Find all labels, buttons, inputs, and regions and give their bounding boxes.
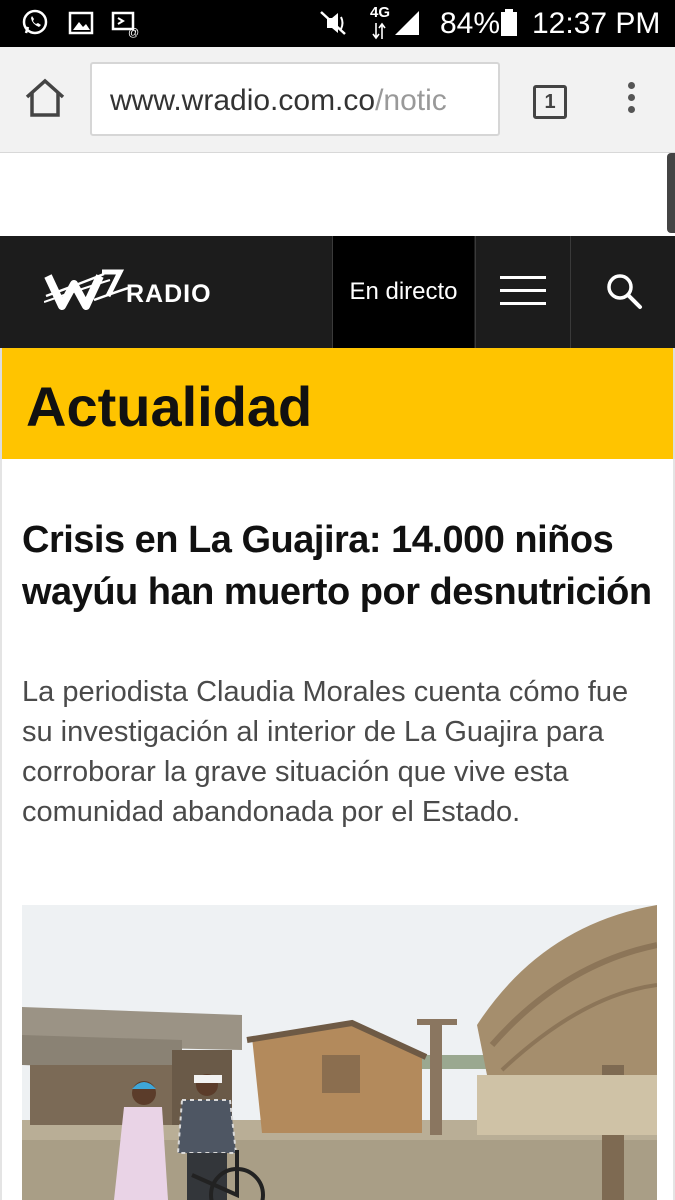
article-photo[interactable] (22, 905, 657, 1200)
mute-icon (320, 11, 346, 35)
site-header: RADIO En directo (0, 236, 675, 348)
network-type: 4G (370, 4, 391, 21)
svg-text:@: @ (128, 27, 139, 38)
w-logo-icon (44, 269, 129, 310)
search-icon (607, 274, 642, 309)
data-arrows-icon (372, 22, 386, 40)
article-summary: La periodista Claudia Morales cuenta cóm… (22, 676, 629, 828)
url-host: www.wradio.com.co (110, 84, 376, 117)
url-path: /notic (375, 84, 447, 117)
hamburger-menu-icon[interactable] (475, 236, 569, 348)
screencast-icon: @ (111, 11, 139, 38)
article-headline[interactable]: Crisis en La Guajira: 14.000 niños wayúu… (22, 514, 652, 618)
gallery-icon (68, 11, 94, 35)
article-card: Crisis en La Guajira: 14.000 niños wayúu… (0, 459, 675, 1200)
search-button[interactable] (570, 236, 675, 348)
overflow-menu-icon[interactable] (620, 79, 642, 123)
status-bar: @ 4G 84% 12:37 PM (0, 0, 675, 47)
signal-icon (395, 11, 419, 35)
browser-toolbar: www.wradio.com.co/notic 1 (0, 47, 675, 153)
whatsapp-icon (22, 9, 48, 35)
scroll-handle[interactable] (667, 153, 675, 233)
clock: 12:37 PM (532, 7, 661, 40)
battery-percent: 84% (440, 7, 501, 40)
ad-space (0, 153, 675, 236)
address-bar[interactable]: www.wradio.com.co/notic (90, 62, 500, 136)
live-button[interactable]: En directo (332, 236, 474, 348)
tab-switcher-button[interactable]: 1 (533, 85, 567, 119)
battery-icon (501, 9, 517, 36)
section-banner: Actualidad (0, 348, 675, 459)
home-icon[interactable] (22, 75, 68, 121)
section-title[interactable]: Actualidad (26, 374, 312, 439)
logo-text: RADIO (126, 280, 212, 308)
article-photo-illustration (22, 905, 657, 1200)
w-radio-logo[interactable]: RADIO (44, 266, 224, 316)
